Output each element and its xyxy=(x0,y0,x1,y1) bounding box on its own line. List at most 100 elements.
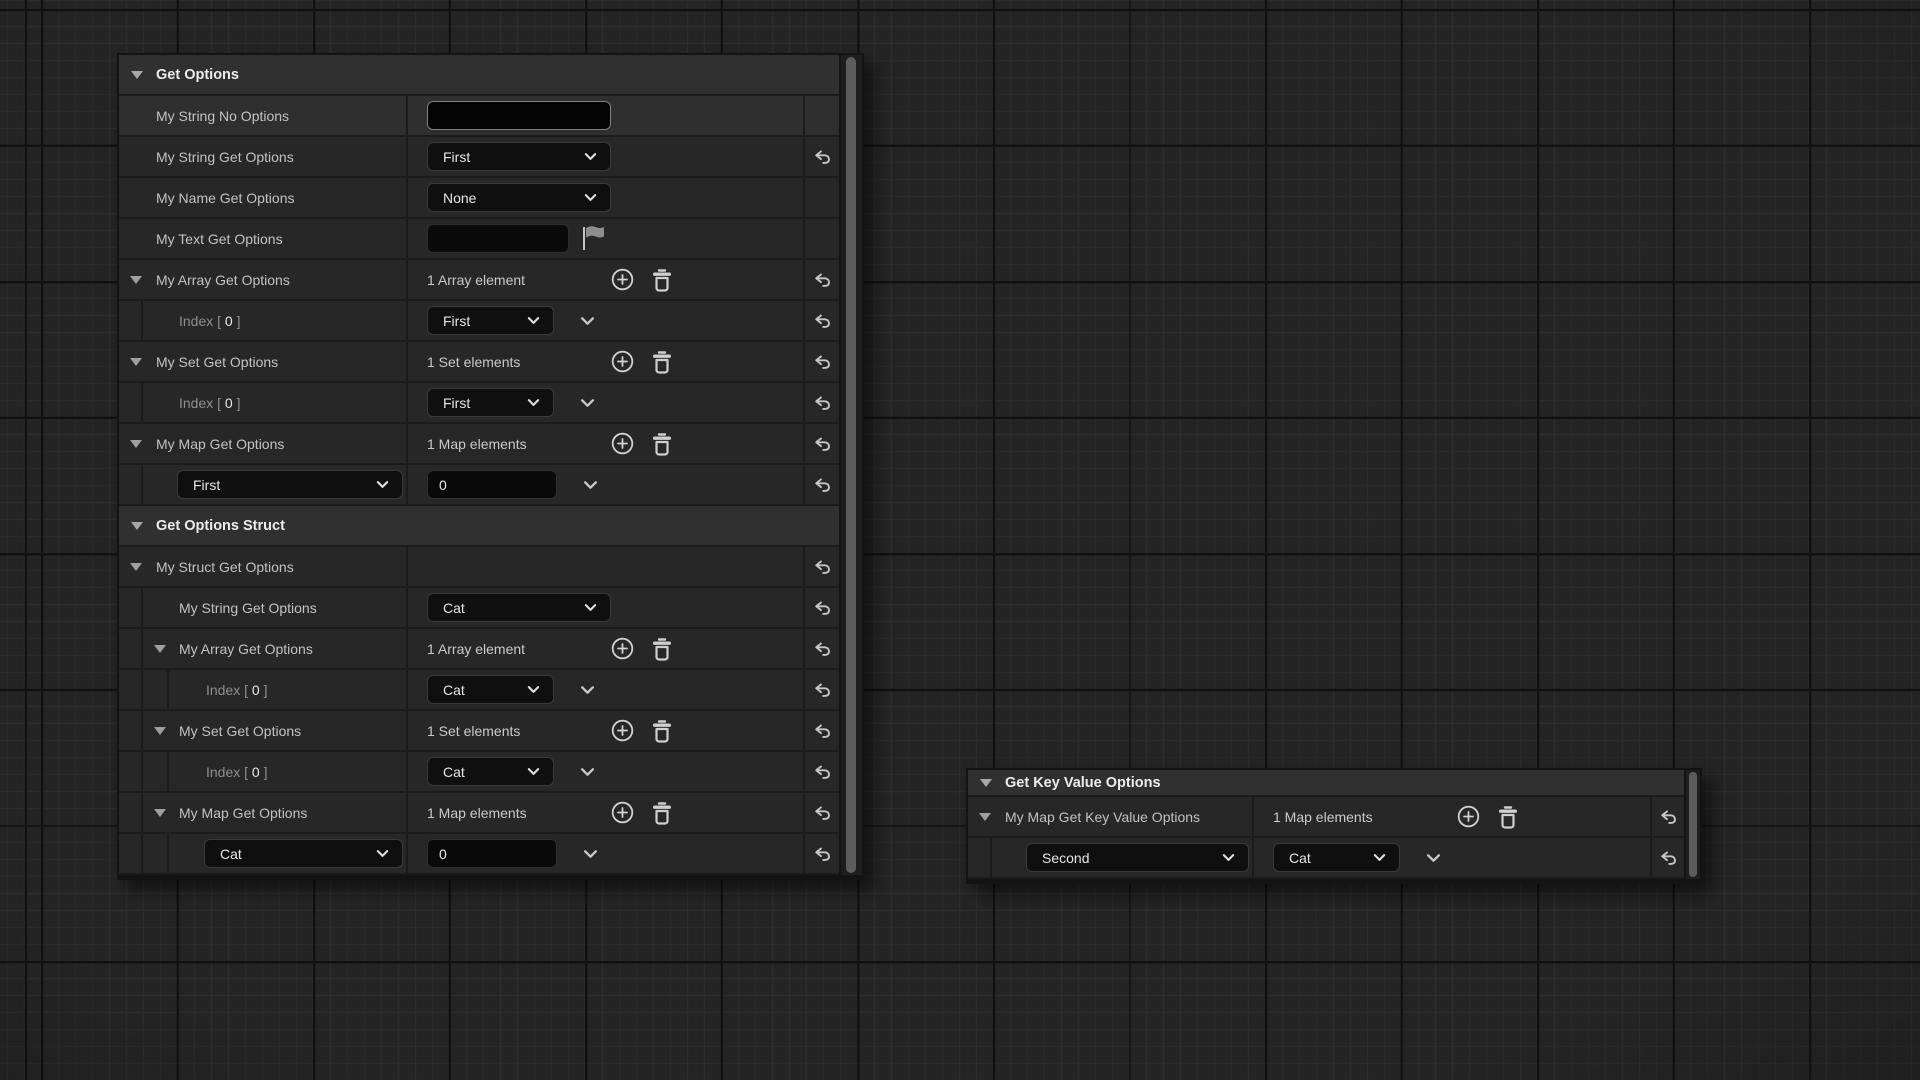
index-prefix: Index [ xyxy=(179,313,225,329)
revert-button[interactable] xyxy=(1659,809,1677,825)
indent-guide xyxy=(141,588,143,627)
dropdown[interactable]: First xyxy=(427,388,554,417)
add-element-button[interactable] xyxy=(611,637,634,660)
dropdown[interactable]: Cat xyxy=(1273,843,1400,872)
element-options-chevron[interactable] xyxy=(580,316,595,326)
revert-button[interactable] xyxy=(813,313,831,329)
expander-arrow-icon[interactable] xyxy=(980,779,992,787)
dropdown[interactable]: Cat xyxy=(427,757,554,786)
text-input[interactable] xyxy=(427,224,569,253)
chevron-down-icon xyxy=(584,152,597,161)
element-options-chevron[interactable] xyxy=(583,480,598,490)
property-value-cell: 1 Map elements xyxy=(408,793,805,832)
delete-elements-button[interactable] xyxy=(651,800,673,825)
elements-count-label: 1 Set elements xyxy=(427,723,520,739)
scrollbar-thumb[interactable] xyxy=(846,57,856,873)
map-key-dropdown[interactable]: Cat xyxy=(204,839,403,868)
expander-arrow-icon[interactable] xyxy=(131,522,143,530)
property-label-cell: My Array Get Options xyxy=(119,260,408,299)
revert-button[interactable] xyxy=(813,272,831,288)
index-suffix: ] xyxy=(260,764,268,780)
revert-cell xyxy=(805,465,839,504)
dropdown[interactable]: None xyxy=(427,183,611,212)
chevron-down-icon xyxy=(584,193,597,202)
element-options-chevron[interactable] xyxy=(1426,853,1441,863)
dropdown[interactable]: Cat xyxy=(427,675,554,704)
revert-button[interactable] xyxy=(813,682,831,698)
expander-arrow-icon[interactable] xyxy=(130,358,142,366)
revert-cell xyxy=(805,178,839,217)
delete-elements-button[interactable] xyxy=(651,267,673,292)
element-options-chevron[interactable] xyxy=(580,685,595,695)
scrollbar-track[interactable] xyxy=(1684,770,1700,879)
revert-cell xyxy=(805,670,839,709)
text-localization-flag-icon[interactable] xyxy=(582,225,607,252)
add-element-button[interactable] xyxy=(1457,805,1480,828)
property-rows: Get Key Value OptionsMy Map Get Key Valu… xyxy=(968,770,1684,879)
scrollbar-track[interactable] xyxy=(839,55,862,875)
add-element-button[interactable] xyxy=(611,268,634,291)
delete-elements-button[interactable] xyxy=(651,718,673,743)
revert-button[interactable] xyxy=(813,477,831,493)
revert-button[interactable] xyxy=(813,559,831,575)
revert-button[interactable] xyxy=(813,354,831,370)
revert-button[interactable] xyxy=(813,641,831,657)
property-label-cell: My Text Get Options xyxy=(119,219,408,258)
category-row: Get Options Struct xyxy=(119,506,839,547)
index-number: 0 xyxy=(225,313,233,329)
property-label-cell: Index [ 0 ] xyxy=(119,301,408,340)
map-key-dropdown[interactable]: Second xyxy=(1026,843,1249,872)
dropdown[interactable]: First xyxy=(427,306,554,335)
number-value: 0 xyxy=(439,846,447,862)
element-options-chevron[interactable] xyxy=(580,767,595,777)
element-options-chevron[interactable] xyxy=(583,849,598,859)
add-element-button[interactable] xyxy=(611,801,634,824)
add-element-button[interactable] xyxy=(611,432,634,455)
map-key-dropdown[interactable]: First xyxy=(177,470,403,499)
property-value-cell: 1 Array element xyxy=(408,629,805,668)
index-suffix: ] xyxy=(233,395,241,411)
add-element-button[interactable] xyxy=(611,350,634,373)
revert-cell xyxy=(805,834,839,873)
number-input[interactable]: 0 xyxy=(427,470,557,499)
revert-button[interactable] xyxy=(813,600,831,616)
blueprint-graph-canvas[interactable]: Get OptionsMy String No OptionsMy String… xyxy=(0,0,1920,1080)
property-row: Second Cat xyxy=(968,838,1684,879)
number-input[interactable]: 0 xyxy=(427,839,557,868)
category-label: Get Options xyxy=(156,67,239,83)
revert-button[interactable] xyxy=(1659,850,1677,866)
revert-button[interactable] xyxy=(813,764,831,780)
expander-arrow-icon[interactable] xyxy=(154,809,166,817)
expander-arrow-icon[interactable] xyxy=(131,71,143,79)
delete-elements-button[interactable] xyxy=(1497,804,1519,829)
scrollbar-thumb[interactable] xyxy=(1689,772,1697,877)
dropdown[interactable]: First xyxy=(427,142,611,171)
delete-elements-button[interactable] xyxy=(651,431,673,456)
elements-count-label: 1 Map elements xyxy=(1273,809,1373,825)
expander-arrow-icon[interactable] xyxy=(979,813,991,821)
dropdown[interactable]: Cat xyxy=(427,593,611,622)
revert-button[interactable] xyxy=(813,395,831,411)
property-label: My Map Get Options xyxy=(156,436,284,452)
expander-arrow-icon[interactable] xyxy=(130,440,142,448)
revert-button[interactable] xyxy=(813,436,831,452)
expander-arrow-icon[interactable] xyxy=(154,727,166,735)
expander-arrow-icon[interactable] xyxy=(130,563,142,571)
expander-arrow-icon[interactable] xyxy=(130,276,142,284)
expander-arrow-icon[interactable] xyxy=(154,645,166,653)
revert-button[interactable] xyxy=(813,149,831,165)
index-suffix: ] xyxy=(233,313,241,329)
dropdown-value: First xyxy=(193,477,220,493)
text-input[interactable] xyxy=(427,101,611,130)
delete-elements-button[interactable] xyxy=(651,349,673,374)
revert-button[interactable] xyxy=(813,805,831,821)
property-label: My String No Options xyxy=(156,108,289,124)
add-element-button[interactable] xyxy=(611,719,634,742)
revert-button[interactable] xyxy=(813,723,831,739)
property-row: My Array Get Options1 Array element xyxy=(119,629,839,670)
element-options-chevron[interactable] xyxy=(580,398,595,408)
revert-button[interactable] xyxy=(813,846,831,862)
property-value-cell: 1 Array element xyxy=(408,260,805,299)
container-element-buttons xyxy=(611,267,673,292)
delete-elements-button[interactable] xyxy=(651,636,673,661)
